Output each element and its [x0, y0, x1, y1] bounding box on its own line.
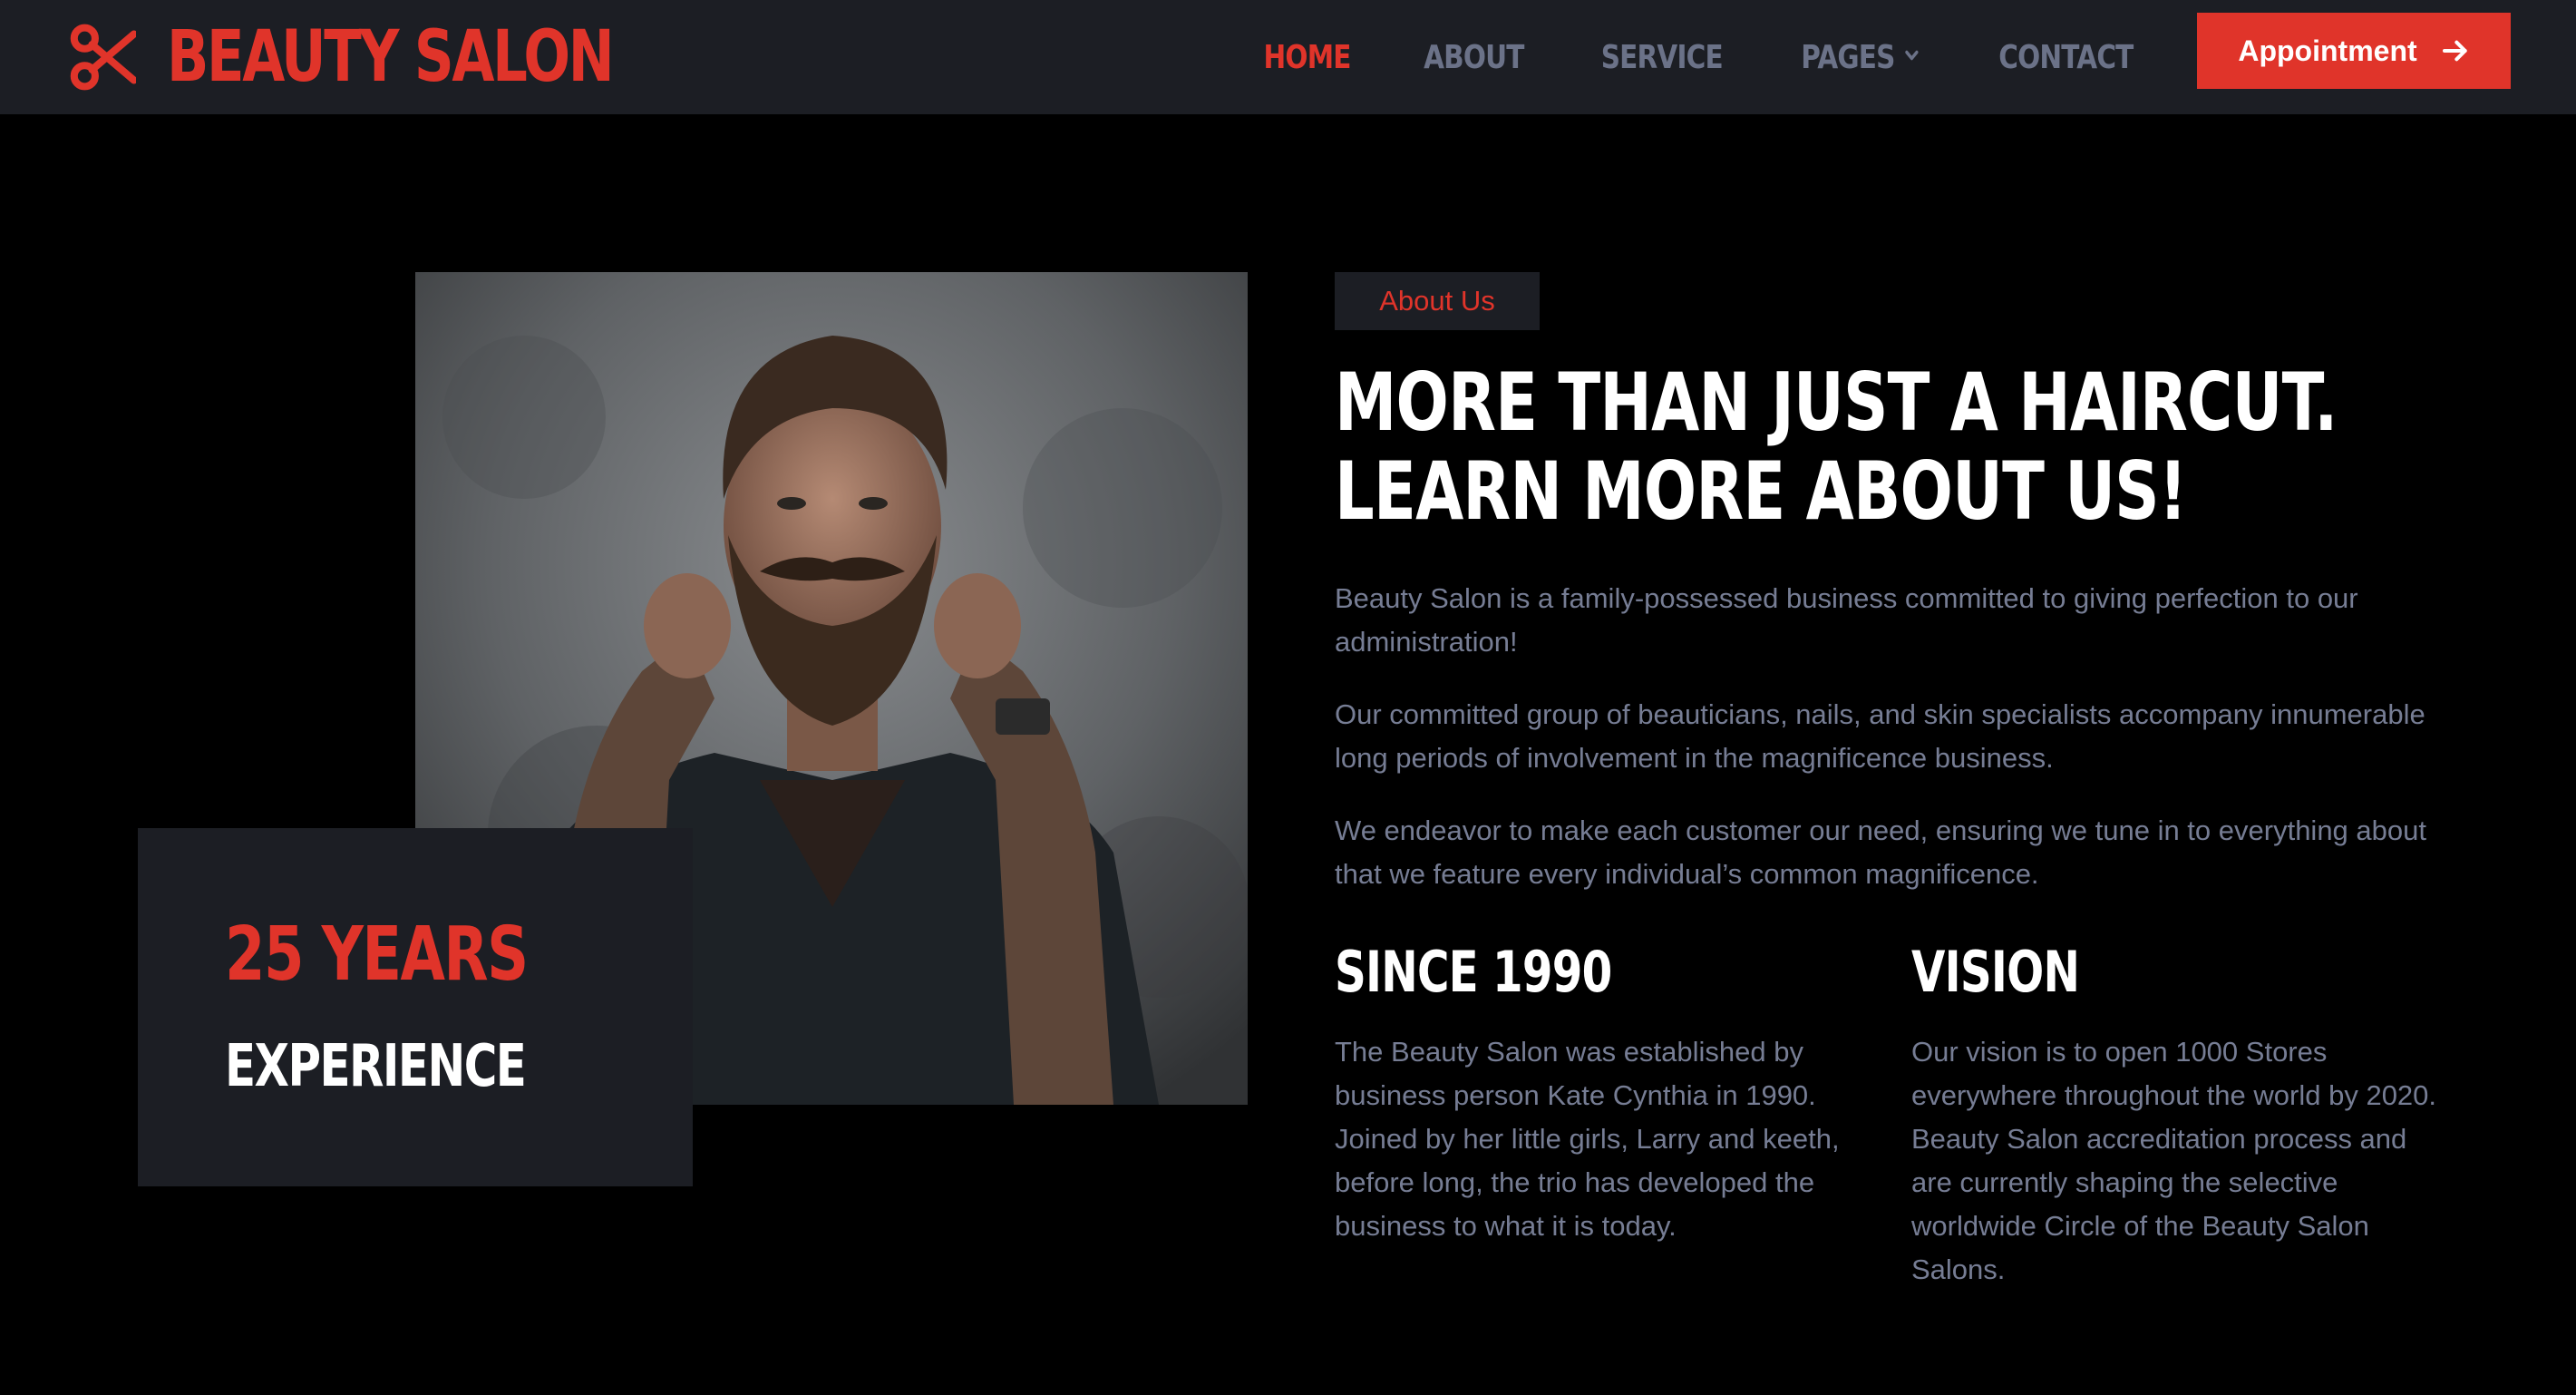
- nav-pages-label: PAGES: [1801, 38, 1895, 76]
- nav-contact[interactable]: CONTACT: [1999, 39, 2134, 76]
- navbar: BEAUTY SALON HOME ABOUT SERVICE PAGES CO…: [0, 0, 2576, 114]
- arrow-right-icon: [2442, 40, 2467, 62]
- about-paragraph-1: Beauty Salon is a family-possessed busin…: [1335, 582, 2358, 658]
- since-title: SINCE 1990: [1335, 939, 1612, 1005]
- about-us-tag: About Us: [1335, 272, 1540, 330]
- main-nav: HOME ABOUT SERVICE PAGES CONTACT: [1201, 0, 2148, 114]
- nav-pages-dropdown[interactable]: PAGES: [1801, 39, 1919, 76]
- appointment-button-label: Appointment: [2238, 34, 2417, 67]
- nav-service[interactable]: SERVICE: [1600, 39, 1723, 76]
- experience-years: 25 YEARS: [225, 912, 529, 998]
- scissors-icon: [70, 24, 136, 91]
- experience-card: 25 YEARS EXPERIENCE: [138, 828, 693, 1186]
- about-paragraph-3: We endeavor to make each customer our ne…: [1335, 815, 2426, 890]
- brand-logo-link[interactable]: BEAUTY SALON: [69, 0, 738, 114]
- since-text: The Beauty Salon was established by busi…: [1335, 1036, 1840, 1242]
- experience-label: EXPERIENCE: [225, 1033, 527, 1100]
- appointment-button[interactable]: Appointment: [2197, 13, 2511, 89]
- nav-home[interactable]: HOME: [1263, 39, 1351, 76]
- vision-title: VISION: [1911, 939, 2080, 1005]
- brand-name: BEAUTY SALON: [167, 16, 615, 98]
- about-paragraph-2: Our committed group of beauticians, nail…: [1335, 698, 2425, 774]
- about-headline: MORE THAN JUST A HAIRCUT. LEARN MORE ABO…: [1335, 356, 2338, 538]
- chevron-down-icon: [1905, 50, 1919, 61]
- nav-about[interactable]: ABOUT: [1424, 39, 1524, 76]
- vision-text: Our vision is to open 1000 Stores everyw…: [1911, 1036, 2437, 1285]
